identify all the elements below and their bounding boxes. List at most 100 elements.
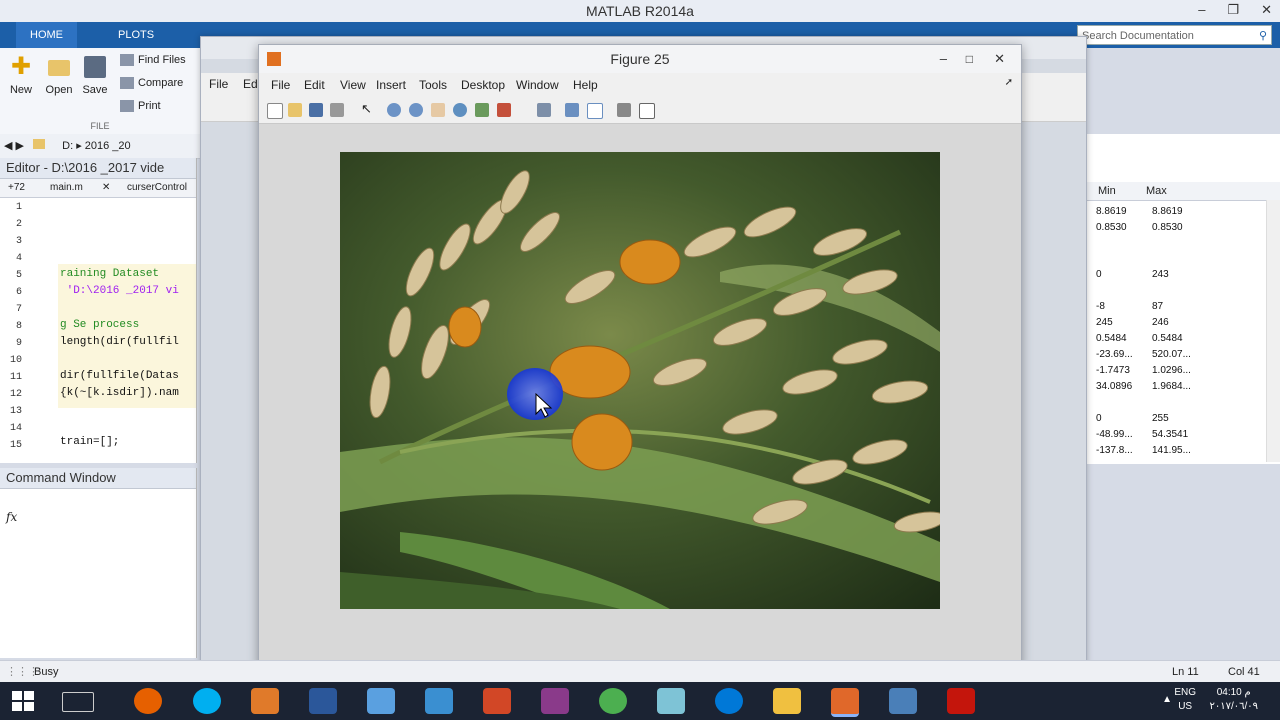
rotate-icon[interactable]: [453, 103, 467, 117]
brush-icon[interactable]: [497, 103, 511, 117]
menu-help[interactable]: Help: [573, 78, 598, 92]
command-window[interactable]: Command Window fx: [0, 468, 197, 658]
code-line-6[interactable]: 'D:\2016 _2017 vi: [60, 285, 179, 297]
compare-button[interactable]: Compare: [120, 77, 183, 90]
menu-desktop[interactable]: Desktop: [461, 78, 505, 92]
menu-file[interactable]: File: [271, 78, 290, 92]
ws-min: -137.8...: [1096, 445, 1133, 456]
editor-tab-count[interactable]: +72: [8, 179, 25, 197]
ws-min: -23.69...: [1096, 349, 1133, 360]
new-button[interactable]: ✚ New: [4, 55, 38, 97]
open-button[interactable]: Open: [42, 56, 76, 96]
code-line-11[interactable]: dir(fullfile(Datas: [60, 370, 179, 382]
legend-icon[interactable]: [587, 103, 603, 119]
acrobat-icon[interactable]: [947, 688, 975, 714]
word-icon[interactable]: [309, 688, 337, 714]
find-files-button[interactable]: Find Files: [120, 54, 186, 67]
rice-panicle-image: [340, 152, 940, 609]
link-plot-icon[interactable]: [537, 103, 551, 117]
figure-close-icon[interactable]: ✕: [994, 45, 1005, 73]
line-number: 13: [9, 406, 22, 417]
code-line-8[interactable]: g Se process: [60, 319, 139, 331]
editor-tab-cursercontrol[interactable]: curserControl: [127, 179, 187, 197]
back-menu-edit[interactable]: Ed: [243, 77, 258, 91]
maximize-icon[interactable]: ❐: [1227, 2, 1239, 18]
keyboard-icon[interactable]: [62, 692, 94, 712]
network-app-icon[interactable]: [425, 688, 453, 714]
menu-insert[interactable]: Insert: [376, 78, 406, 92]
status-col: Col 41: [1228, 666, 1260, 678]
ws-max: 1.0296...: [1152, 365, 1191, 376]
tray-arrow-icon[interactable]: ▲: [1162, 694, 1172, 705]
workspace-scrollbar[interactable]: [1266, 200, 1280, 462]
pan-icon[interactable]: [431, 103, 445, 117]
max-header[interactable]: Max: [1146, 182, 1167, 200]
back-menu-file[interactable]: File: [209, 77, 228, 91]
back-arrow-icon[interactable]: ◀: [4, 140, 12, 152]
figure-minimize-icon[interactable]: –: [940, 45, 947, 73]
min-header[interactable]: Min: [1098, 182, 1116, 200]
ws-min: -48.99...: [1096, 429, 1133, 440]
save-button[interactable]: Save: [78, 56, 112, 96]
line-number: 5: [15, 270, 22, 281]
start-button[interactable]: [12, 691, 34, 711]
close-icon[interactable]: ✕: [1261, 2, 1272, 18]
taskbar-clock[interactable]: 04:10 م ٢٠١٧/٠٦/٠٩: [1209, 686, 1258, 714]
folder-up-icon[interactable]: [33, 139, 46, 149]
hide-plot-tools-icon[interactable]: [617, 103, 631, 117]
code-line-9[interactable]: length(dir(fullfil: [60, 336, 179, 348]
editor-tab-main[interactable]: main.m: [50, 179, 83, 197]
figure-maximize-icon[interactable]: □: [966, 45, 973, 73]
dock-arrow-icon[interactable]: ➚: [1005, 77, 1013, 88]
path-folder[interactable]: 2016 _20: [85, 140, 131, 152]
zoom-out-icon[interactable]: [409, 103, 423, 117]
winrar-icon[interactable]: [541, 688, 569, 714]
pointer-icon[interactable]: ↖: [361, 102, 375, 116]
menu-view[interactable]: View: [340, 78, 366, 92]
matlab-taskbar-icon[interactable]: [831, 688, 859, 717]
line-number: 1: [15, 202, 22, 213]
tab-home[interactable]: HOME: [16, 22, 77, 48]
tab-plots[interactable]: PLOTS: [104, 22, 168, 48]
firefox-icon[interactable]: [134, 688, 162, 714]
forward-arrow-icon[interactable]: ▶: [16, 140, 24, 152]
print-button[interactable]: Print: [120, 100, 161, 113]
menu-edit[interactable]: Edit: [304, 78, 325, 92]
teamviewer-icon[interactable]: [715, 688, 743, 714]
search-documentation-input[interactable]: Search Documentation ⚲: [1077, 25, 1272, 45]
search-placeholder: Search Documentation: [1082, 30, 1194, 42]
line-number: 8: [15, 321, 22, 332]
close-tab-icon[interactable]: ✕: [102, 179, 110, 197]
file-explorer-icon[interactable]: [773, 688, 801, 714]
skype-icon[interactable]: [193, 688, 221, 714]
figure-window[interactable]: Figure 25 – □ ✕ File Edit View Insert To…: [258, 44, 1022, 668]
zoom-in-icon[interactable]: [387, 103, 401, 117]
data-cursor-icon[interactable]: [475, 103, 489, 117]
colorbar-icon[interactable]: [565, 103, 579, 117]
ws-max: 243: [1152, 269, 1169, 280]
print-figure-icon[interactable]: [330, 103, 344, 117]
open-file-icon[interactable]: [288, 103, 302, 117]
save-figure-icon[interactable]: [309, 103, 323, 117]
language-indicator[interactable]: ENG US: [1174, 686, 1196, 714]
code-line-12[interactable]: {k(~[k.isdir]).nam: [60, 387, 179, 399]
paw-app-icon[interactable]: [251, 688, 279, 714]
chrome-icon[interactable]: [599, 688, 627, 714]
notepad-icon[interactable]: [657, 688, 685, 714]
search-icon[interactable]: ⚲: [1259, 26, 1267, 46]
print-icon: [120, 100, 134, 113]
powerpoint-icon[interactable]: [483, 688, 511, 714]
path-drive[interactable]: D:: [62, 140, 73, 152]
new-figure-icon[interactable]: [267, 103, 283, 119]
menu-window[interactable]: Window: [516, 78, 559, 92]
code-line-5[interactable]: raining Dataset: [60, 268, 159, 280]
show-plot-tools-icon[interactable]: [639, 103, 655, 119]
cube-app-icon[interactable]: [367, 688, 395, 714]
code-line-15[interactable]: train=[];: [60, 436, 119, 448]
workspace-panel: Min Max 8.8619 8.8619 0.8530 0.8530 0 24…: [1085, 134, 1280, 464]
minimize-icon[interactable]: –: [1198, 2, 1205, 18]
figure-image-axes[interactable]: [340, 152, 940, 609]
menu-tools[interactable]: Tools: [419, 78, 447, 92]
image-viewer-icon[interactable]: [889, 688, 917, 714]
ws-max: 255: [1152, 413, 1169, 424]
